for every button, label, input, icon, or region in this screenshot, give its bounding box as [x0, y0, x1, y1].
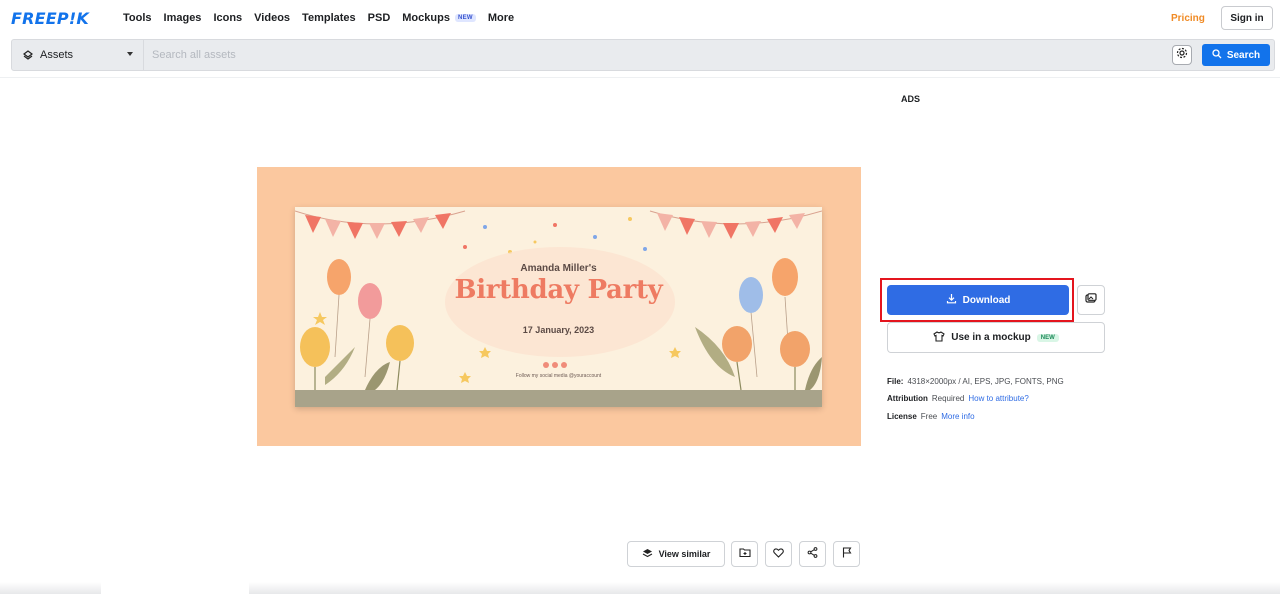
banner-date: 17 January, 2023: [522, 325, 595, 335]
new-badge: NEW: [1036, 333, 1059, 342]
view-similar-button[interactable]: View similar: [627, 541, 725, 567]
view-similar-label: View similar: [658, 549, 711, 559]
file-label: File:: [887, 377, 904, 386]
download-icon: [946, 293, 957, 307]
top-navigation: FREEP!K Tools Images Icons Videos Templa…: [0, 0, 1280, 37]
chevron-down-icon: [127, 52, 133, 56]
attribution-label: Attribution: [887, 394, 928, 403]
asset-type-label: Assets: [40, 49, 74, 61]
nav-item-tools[interactable]: Tools: [123, 12, 152, 24]
search-bar: Assets Search: [11, 39, 1275, 71]
license-value: Free: [920, 412, 938, 421]
nav-item-mockups-label: Mockups: [402, 12, 450, 24]
shirt-icon: [933, 330, 945, 345]
flag-icon: [842, 545, 852, 563]
main-menu: Tools Images Icons Videos Templates PSD …: [123, 12, 526, 24]
search-settings-button[interactable]: [1172, 45, 1192, 65]
use-in-mockup-button[interactable]: Use in a mockup NEW: [887, 322, 1105, 353]
heart-icon: [773, 545, 784, 563]
gear-icon: [1176, 46, 1188, 64]
nav-item-mockups[interactable]: Mockups NEW: [402, 12, 476, 24]
search-icon: [1212, 48, 1222, 62]
folder-plus-icon: [738, 545, 751, 563]
banner-social: Follow my social media @youraccount: [515, 373, 602, 379]
download-button[interactable]: Download: [887, 285, 1069, 315]
banner-title: Birthday Party: [454, 275, 663, 305]
license-info: License Free More info: [887, 412, 975, 421]
banner-ground: [295, 390, 822, 407]
share-button[interactable]: [799, 541, 826, 567]
attribution-info: Attribution Required How to attribute?: [887, 394, 1029, 403]
sign-in-button[interactable]: Sign in: [1221, 6, 1273, 30]
assets-icon: [22, 49, 34, 61]
freepik-logo[interactable]: FREEP!K: [11, 9, 89, 28]
footer-shadow-gap: [101, 582, 249, 594]
nav-item-templates[interactable]: Templates: [302, 12, 356, 24]
file-value: 4318×2000px / AI, EPS, JPG, FONTS, PNG: [907, 377, 1064, 386]
edit-image-button[interactable]: [1077, 285, 1105, 315]
search-button-label: Search: [1226, 49, 1261, 61]
banner-name: Amanda Miller's: [520, 263, 597, 274]
mockup-label: Use in a mockup: [951, 332, 1031, 343]
report-button[interactable]: [833, 541, 860, 567]
layers-icon: [642, 548, 653, 561]
image-icon: [1085, 291, 1097, 309]
search-button[interactable]: Search: [1202, 44, 1270, 66]
how-to-attribute-link[interactable]: How to attribute?: [968, 394, 1028, 403]
like-button[interactable]: [765, 541, 792, 567]
ads-label: ADS: [901, 94, 921, 104]
attribution-value: Required: [931, 394, 965, 403]
file-info: File: 4318×2000px / AI, EPS, JPG, FONTS, …: [887, 377, 1068, 386]
license-label: License: [887, 412, 917, 421]
social-icons: [543, 362, 567, 368]
asset-preview[interactable]: Amanda Miller's Birthday Party 17 Januar…: [257, 167, 861, 446]
more-info-link[interactable]: More info: [941, 412, 974, 421]
add-to-collection-button[interactable]: [731, 541, 758, 567]
share-icon: [807, 545, 818, 563]
download-label: Download: [962, 294, 1011, 306]
new-badge: NEW: [454, 14, 476, 22]
nav-item-psd[interactable]: PSD: [368, 12, 391, 24]
header-divider: [0, 77, 1280, 78]
nav-item-videos[interactable]: Videos: [254, 12, 290, 24]
search-input[interactable]: [144, 40, 1172, 70]
nav-item-more[interactable]: More: [488, 12, 514, 24]
asset-type-select[interactable]: Assets: [12, 40, 144, 70]
nav-item-images[interactable]: Images: [164, 12, 202, 24]
nav-item-icons[interactable]: Icons: [213, 12, 242, 24]
pricing-link[interactable]: Pricing: [1171, 13, 1205, 24]
birthday-banner: Amanda Miller's Birthday Party 17 Januar…: [295, 207, 822, 407]
